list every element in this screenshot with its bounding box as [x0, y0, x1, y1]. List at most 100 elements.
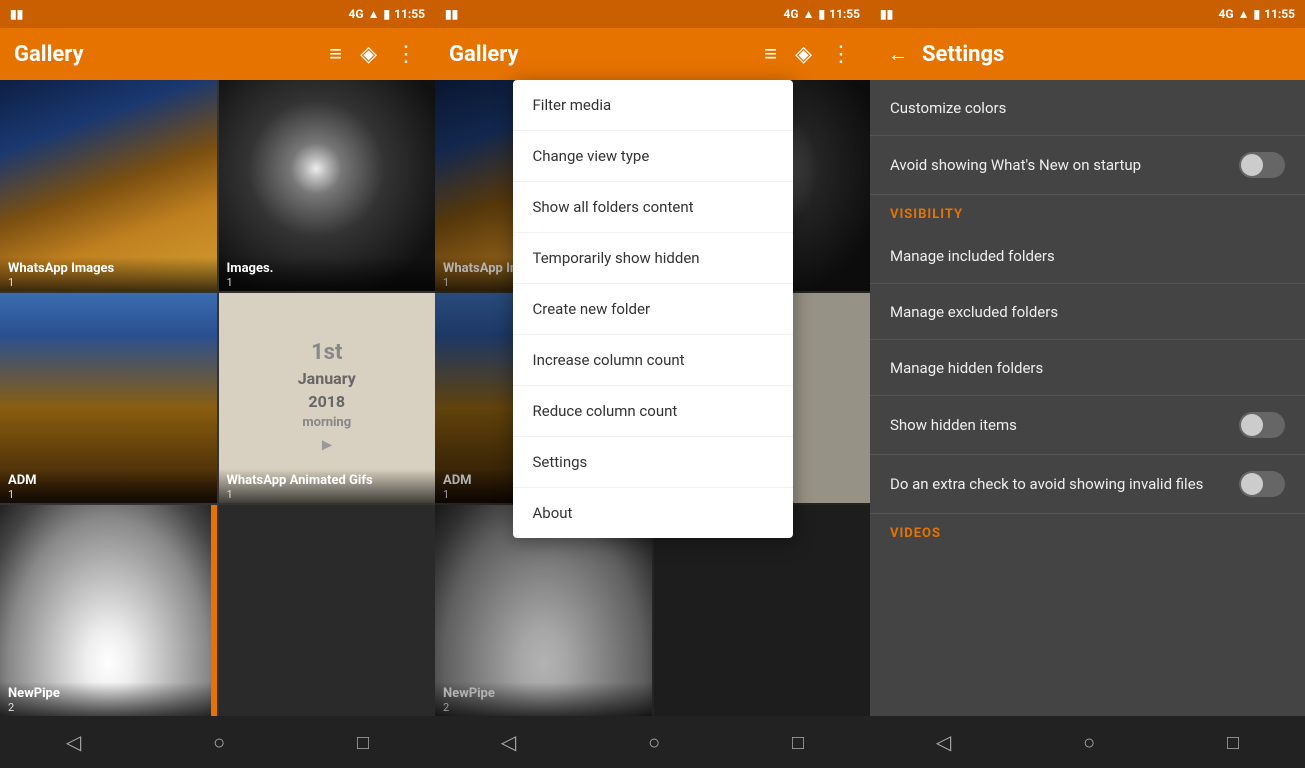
item-count-4: 1: [227, 488, 428, 501]
section-visibility: VISIBILITY: [870, 195, 1305, 228]
gallery-item-4[interactable]: 1st January 2018 morning ▸ WhatsApp Anim…: [219, 293, 436, 504]
avoid-whats-new-toggle[interactable]: [1239, 152, 1285, 178]
dropdown-filter-media[interactable]: Filter media: [513, 80, 793, 131]
item-name-2-5: NewPipe: [443, 686, 644, 701]
time-label-2: 11:55: [829, 7, 860, 21]
toggle-knob-hidden: [1241, 414, 1263, 436]
nav-bar-1: ◁ ○ □: [0, 716, 435, 768]
panel-settings: ▮▮ 4G ▲ ▮ 11:55 ← Settings Customize col…: [870, 0, 1305, 768]
more-icon-2[interactable]: ⋮: [826, 38, 856, 71]
app-bar-2: Gallery ≡ ◈ ⋮: [435, 28, 870, 80]
gallery-item-2[interactable]: Images. 1: [219, 80, 436, 291]
dropdown-show-all-folders[interactable]: Show all folders content: [513, 182, 793, 233]
settings-content: Customize colors Avoid showing What's Ne…: [870, 80, 1305, 716]
filter-icon-2[interactable]: ≡: [760, 37, 781, 71]
status-left-1: ▮▮: [10, 7, 23, 21]
time-label-1: 11:55: [394, 7, 425, 21]
back-button-2[interactable]: ◁: [501, 730, 516, 754]
battery-icon-2: ▮: [818, 7, 825, 21]
manage-included-label: Manage included folders: [890, 247, 1285, 265]
status-right-1: 4G ▲ ▮ 11:55: [349, 7, 426, 21]
gallery-label-2-5: NewPipe 2: [435, 682, 652, 716]
battery-icon-3: ▮: [1253, 7, 1260, 21]
back-button-1[interactable]: ◁: [66, 730, 81, 754]
item-name-4: WhatsApp Animated Gifs: [227, 473, 428, 488]
recent-button-2[interactable]: □: [792, 730, 804, 755]
recent-button-1[interactable]: □: [357, 730, 369, 755]
settings-extra-check[interactable]: Do an extra check to avoid showing inval…: [870, 455, 1305, 514]
dropdown-about[interactable]: About: [513, 488, 793, 538]
item-name-2: Images.: [227, 261, 428, 276]
manage-excluded-label: Manage excluded folders: [890, 303, 1285, 321]
sim-icon-3: ▮▮: [880, 7, 893, 21]
status-right-2: 4G ▲ ▮ 11:55: [784, 7, 861, 21]
extra-check-toggle[interactable]: [1239, 471, 1285, 497]
item-count-2: 1: [227, 276, 428, 289]
extra-check-label: Do an extra check to avoid showing inval…: [890, 475, 1239, 493]
gallery-item-6: [219, 505, 436, 716]
signal-icon-1: ▲: [368, 7, 380, 21]
settings-manage-excluded[interactable]: Manage excluded folders: [870, 284, 1305, 340]
gallery-label-4: WhatsApp Animated Gifs 1: [219, 469, 436, 503]
dropdown-settings[interactable]: Settings: [513, 437, 793, 488]
gallery-label-5: NewPipe 2: [0, 682, 217, 716]
signal-icon-3: ▲: [1238, 7, 1250, 21]
dropdown-menu: Filter media Change view type Show all f…: [513, 80, 793, 538]
settings-manage-hidden[interactable]: Manage hidden folders: [870, 340, 1305, 396]
home-button-1[interactable]: ○: [213, 730, 225, 755]
show-hidden-toggle[interactable]: [1239, 412, 1285, 438]
back-button-3[interactable]: ◁: [936, 730, 951, 754]
settings-manage-included[interactable]: Manage included folders: [870, 228, 1305, 284]
back-arrow-settings[interactable]: ←: [884, 38, 912, 71]
nav-bar-2: ◁ ○ □: [435, 716, 870, 768]
status-left-2: ▮▮: [445, 7, 458, 21]
gallery-item-1[interactable]: WhatsApp Images 1: [0, 80, 217, 291]
gallery-item-3[interactable]: ADM 1: [0, 293, 217, 504]
toggle-knob-extra-check: [1241, 473, 1263, 495]
settings-customize-colors[interactable]: Customize colors: [870, 80, 1305, 136]
settings-show-hidden-items[interactable]: Show hidden items: [870, 396, 1305, 455]
progress-bar-5: [211, 505, 217, 716]
home-button-2[interactable]: ○: [648, 730, 660, 755]
gallery-label-1: WhatsApp Images 1: [0, 257, 217, 291]
time-label-3: 11:55: [1264, 7, 1295, 21]
status-left-3: ▮▮: [880, 7, 893, 21]
manage-hidden-label: Manage hidden folders: [890, 359, 1285, 377]
gallery-label-3: ADM 1: [0, 469, 217, 503]
home-button-3[interactable]: ○: [1083, 730, 1095, 755]
filter-icon-1[interactable]: ≡: [325, 37, 346, 71]
network-label-3: 4G: [1219, 7, 1234, 21]
more-icon-1[interactable]: ⋮: [391, 38, 421, 71]
panel-gallery-2: ▮▮ 4G ▲ ▮ 11:55 Gallery ≡ ◈ ⋮ WhatsApp I…: [435, 0, 870, 768]
signal-icon-2: ▲: [803, 7, 815, 21]
settings-title: Settings: [922, 42, 1291, 67]
item-name-3: ADM: [8, 473, 209, 488]
camera-icon-2[interactable]: ◈: [791, 38, 816, 71]
app-bar-settings: ← Settings: [870, 28, 1305, 80]
status-right-3: 4G ▲ ▮ 11:55: [1219, 7, 1296, 21]
network-label-1: 4G: [349, 7, 364, 21]
dropdown-change-view[interactable]: Change view type: [513, 131, 793, 182]
camera-icon-1[interactable]: ◈: [356, 38, 381, 71]
network-label-2: 4G: [784, 7, 799, 21]
item-name-5: NewPipe: [8, 686, 209, 701]
sim-icon: ▮▮: [10, 7, 23, 21]
dropdown-increase-columns[interactable]: Increase column count: [513, 335, 793, 386]
dropdown-create-folder[interactable]: Create new folder: [513, 284, 793, 335]
status-bar-2: ▮▮ 4G ▲ ▮ 11:55: [435, 0, 870, 28]
nav-bar-3: ◁ ○ □: [870, 716, 1305, 768]
gallery-label-2: Images. 1: [219, 257, 436, 291]
item-count-2-5: 2: [443, 701, 644, 714]
status-bar-3: ▮▮ 4G ▲ ▮ 11:55: [870, 0, 1305, 28]
dropdown-reduce-columns[interactable]: Reduce column count: [513, 386, 793, 437]
gallery-grid-1: WhatsApp Images 1 Images. 1 ADM 1 1st Ja…: [0, 80, 435, 716]
battery-icon-1: ▮: [383, 7, 390, 21]
recent-button-3[interactable]: □: [1227, 730, 1239, 755]
dropdown-show-hidden[interactable]: Temporarily show hidden: [513, 233, 793, 284]
toggle-knob-whats-new: [1241, 154, 1263, 176]
section-videos: VIDEOS: [870, 514, 1305, 547]
gallery-item-5[interactable]: NewPipe 2: [0, 505, 217, 716]
settings-avoid-whats-new[interactable]: Avoid showing What's New on startup: [870, 136, 1305, 195]
item-count-1: 1: [8, 276, 209, 289]
app-bar-1: Gallery ≡ ◈ ⋮: [0, 28, 435, 80]
